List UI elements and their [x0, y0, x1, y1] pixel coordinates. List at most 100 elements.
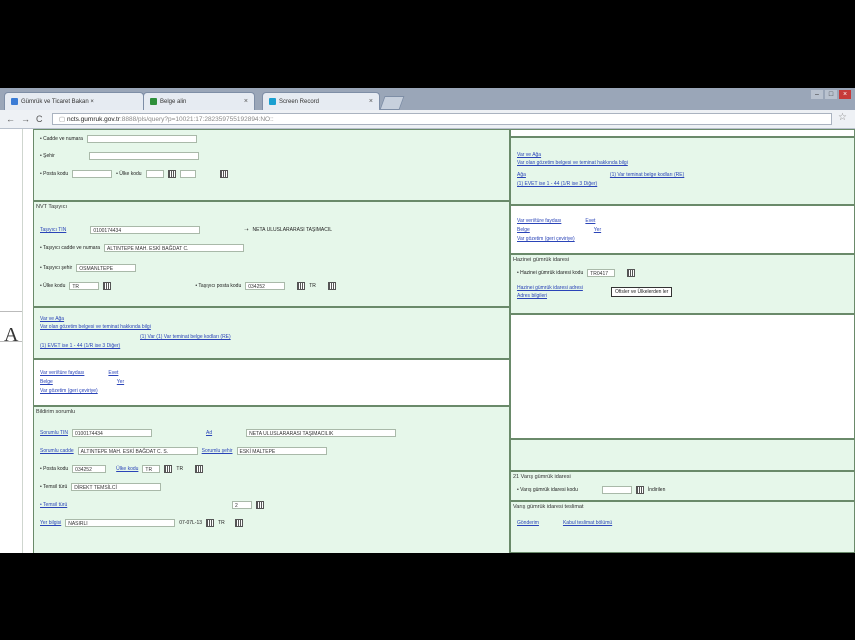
cadde-input[interactable]: [86, 135, 197, 143]
back-icon[interactable]: ←: [6, 114, 15, 124]
link-aga[interactable]: Ağa: [517, 172, 526, 178]
link-teminat-kodlari[interactable]: (1) Var teminat belge kodları (RE): [610, 172, 684, 178]
lookup-icon[interactable]: [297, 282, 306, 290]
lookup-icon[interactable]: [103, 282, 112, 290]
link-adres-bilgi[interactable]: Adres bilgileri: [517, 293, 547, 299]
link-faydasi[interactable]: Var veri/türe faydası: [517, 218, 561, 224]
link-evet[interactable]: (1) EVET ise 1 - 44 (1/R ise 3 Diğer): [517, 181, 597, 187]
temsil-input[interactable]: DİREKT TEMSİLCİ: [71, 483, 162, 491]
lookup-icon[interactable]: [219, 170, 228, 178]
link-evet[interactable]: Evet: [108, 370, 118, 376]
ulke-input[interactable]: TR: [69, 282, 100, 290]
yer-link[interactable]: Yer bilgisi: [40, 520, 61, 526]
ad-input[interactable]: NETA ULUSLARARASI TAŞIMACILIK: [246, 429, 397, 437]
link-var-aga[interactable]: Var ve Ağa: [40, 316, 64, 322]
link-hazinei-adres[interactable]: Hazinei gümrük idaresi adresi: [517, 285, 583, 291]
tin-link[interactable]: Taşıyıcı TIN: [40, 227, 66, 233]
address-box: • Cadde ve numara • Şehir • Posta kodu •…: [33, 129, 510, 201]
posta-input[interactable]: 034252: [72, 465, 107, 473]
temsil-link[interactable]: • Temsil türü: [40, 502, 228, 508]
cadde-link[interactable]: Sorumlu cadde: [40, 448, 74, 454]
link-row: Var olan gözetim belgesi ve teminat hakk…: [517, 160, 628, 166]
link-faydasi[interactable]: Var veri/türe faydası: [40, 370, 84, 376]
sehir-input[interactable]: OSMANLTEPE: [76, 264, 137, 272]
cadde-input[interactable]: ALTINTEPE MAH. ESKİ BAĞDAT C. S.: [77, 447, 198, 455]
ulke-input[interactable]: [145, 170, 164, 178]
sehir-link[interactable]: Sorumlu şehir: [202, 448, 233, 454]
link-evet[interactable]: (1) EVET ise 1 - 44 (1/R ise 3 Diğer): [40, 343, 120, 349]
link-gozetim[interactable]: Var gözetim (geri çeviriye): [40, 388, 98, 394]
lookup-icon[interactable]: [256, 501, 264, 509]
link-gonderim[interactable]: Gönderim: [517, 520, 539, 526]
empty-white-box: [510, 314, 855, 439]
url-path: :8888/pls/query?p=10021:17:2823597551928…: [119, 116, 274, 123]
link-gozetim-bilgi[interactable]: Var olan gözetim belgesi ve teminat hakk…: [40, 324, 151, 330]
lookup-icon[interactable]: [167, 170, 176, 178]
tab-gumruk[interactable]: Gümrük ve Ticaret Bakan ×: [4, 92, 144, 110]
tin-link[interactable]: Sorumlu TIN: [40, 430, 68, 436]
tab-belge[interactable]: Belge alin ×: [143, 92, 255, 110]
page-content: A • Cadde ve numara • Şehir • Posta kodu…: [0, 129, 855, 553]
link-teminat-kodlari[interactable]: (1) Var (1) Var teminat belge kodları (R…: [140, 334, 231, 340]
link-row: Gönderim Kabul teslimat bölümü: [517, 520, 612, 526]
lookup-icon[interactable]: [327, 282, 336, 290]
ad-link[interactable]: Ad: [206, 430, 212, 436]
section-title: NVT Taşıyıcı: [36, 204, 67, 210]
ulke-link[interactable]: Ülke kodu: [116, 466, 138, 472]
cadde-input[interactable]: ALTINTEPE MAH. ESKİ BAĞDAT C.: [104, 244, 245, 252]
temsil-code-input[interactable]: 2: [232, 501, 252, 509]
link-row: Var ve Ağa: [40, 316, 64, 322]
sehir-input[interactable]: ESKİ MALTEPE: [236, 447, 327, 455]
reload-icon[interactable]: C: [36, 114, 43, 124]
ulke-code: TR: [218, 520, 225, 526]
lookup-icon[interactable]: [635, 486, 644, 494]
tin-input[interactable]: 0100174434: [90, 226, 201, 234]
link-row: (1) EVET ise 1 - 44 (1/R ise 3 Diğer): [517, 181, 597, 187]
bildirim-sorumlu-box: Bildirim sorumlu Sorumlu TIN 0100174434 …: [33, 406, 510, 553]
hazinei-input[interactable]: TR0417: [587, 269, 616, 277]
section-title: Hazinei gümrük idaresi: [513, 257, 569, 263]
close-icon[interactable]: ×: [244, 98, 248, 105]
link-gozetim[interactable]: Var gözetim (geri çeviriye): [517, 236, 575, 242]
link-belge[interactable]: Belge: [517, 227, 530, 233]
top-strip: [510, 129, 855, 137]
cadde-row: Sorumlu cadde ALTINTEPE MAH. ESKİ BAĞDAT…: [40, 447, 327, 455]
varis-input[interactable]: [601, 486, 632, 494]
address-bar[interactable]: ▢ ncts.gumruk.gov.tr:8888/pls/query?p=10…: [52, 113, 832, 125]
link-row: Var gözetim (geri çeviriye): [40, 388, 98, 394]
calendar-icon[interactable]: [206, 519, 215, 527]
link-evet[interactable]: Evet: [585, 218, 595, 224]
lookup-icon[interactable]: [627, 269, 636, 277]
ulke-code: TR: [176, 466, 184, 472]
minimize-icon[interactable]: –: [811, 90, 823, 99]
browser-toolbar: ← → C ▢ ncts.gumruk.gov.tr:8888/pls/quer…: [0, 110, 855, 129]
posta-input[interactable]: 034252: [245, 282, 286, 290]
tin-input[interactable]: 0100174434: [71, 429, 152, 437]
link-row: (1) EVET ise 1 - 44 (1/R ise 3 Diğer): [40, 343, 120, 349]
lookup-icon[interactable]: [234, 519, 243, 527]
bookmark-star-icon[interactable]: ☆: [838, 112, 847, 123]
maximize-icon[interactable]: □: [825, 90, 837, 99]
yer-input[interactable]: NASIRLI: [65, 519, 176, 527]
lookup-icon[interactable]: [195, 465, 204, 473]
link-yer[interactable]: Yer: [594, 227, 601, 233]
posta-input[interactable]: [72, 170, 113, 178]
link-belge[interactable]: Belge: [40, 379, 53, 385]
link-teslimat[interactable]: Kabul teslimat bölümü: [563, 520, 612, 526]
forward-icon[interactable]: →: [21, 114, 30, 124]
ulke-input[interactable]: TR: [142, 465, 161, 473]
link-var-aga[interactable]: Var ve Ağa: [517, 152, 541, 158]
ulke-code-input[interactable]: [179, 170, 196, 178]
varis-row: • Varış gümrük idaresi kodu İndirilen: [517, 486, 665, 494]
links2-box: Var veri/türe faydası Evet Belge Yer Var…: [33, 359, 510, 406]
new-tab-button[interactable]: [379, 96, 405, 110]
sehir-input[interactable]: [88, 152, 199, 160]
lookup-icon[interactable]: [164, 465, 173, 473]
link-yer[interactable]: Yer: [117, 379, 124, 385]
link-gozetim-bilgi[interactable]: Var olan gözetim belgesi ve teminat hakk…: [517, 160, 628, 166]
link-row: (1) Var (1) Var teminat belge kodları (R…: [40, 334, 231, 340]
close-window-icon[interactable]: ×: [839, 90, 851, 99]
link-row: Adres bilgileri: [517, 293, 547, 299]
tab-screen-record[interactable]: Screen Record ×: [262, 92, 380, 110]
close-icon[interactable]: ×: [369, 98, 373, 105]
